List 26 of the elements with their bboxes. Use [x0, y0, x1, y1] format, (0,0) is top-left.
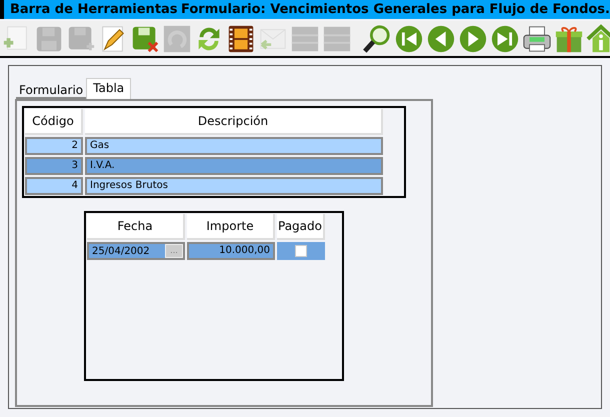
table-cell: I.V.A. — [85, 157, 383, 175]
home-icon — [586, 24, 610, 54]
table-cell: 3 — [25, 157, 83, 175]
printer-icon — [522, 24, 552, 54]
window-title: Barra de Herramientas — [10, 0, 179, 19]
skip-forward-icon — [490, 24, 520, 54]
table-cell: 4 — [25, 177, 83, 195]
search-icon — [362, 24, 392, 54]
toolbar-button[interactable] — [362, 22, 392, 54]
play-back-icon — [426, 24, 456, 54]
table-cell: Gas — [85, 137, 383, 155]
skip-back-icon — [394, 24, 424, 54]
form-title: Formulario: Vencimientos Generales para Flujo de Fondos. — [181, 0, 610, 19]
column-header[interactable]: Código — [25, 109, 83, 135]
checkbox[interactable] — [295, 245, 307, 257]
play-icon — [458, 24, 488, 54]
column-header[interactable]: Fecha — [87, 214, 185, 240]
column-header[interactable]: Pagado — [277, 214, 325, 240]
table-cell: 10.000,00 — [187, 242, 275, 260]
tab[interactable]: Tabla — [86, 78, 132, 99]
table-cell: 2 — [25, 137, 83, 155]
column-header[interactable]: Importe — [187, 214, 275, 240]
film-strip-icon — [226, 24, 256, 54]
table-cell: Ingresos Brutos — [85, 177, 383, 195]
column-header[interactable]: Descripción — [85, 109, 383, 135]
date-text: 25/04/2002 — [91, 244, 151, 258]
